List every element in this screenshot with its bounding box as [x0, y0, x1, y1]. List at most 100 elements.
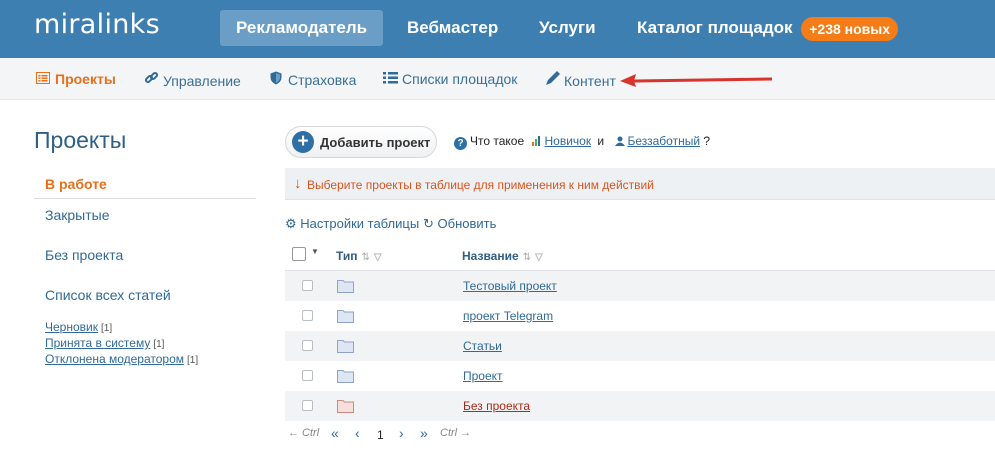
folder-icon — [337, 280, 354, 293]
table-row[interactable]: Проект — [285, 361, 995, 391]
pagination: ← Ctrl « ‹ 1 › » Ctrl → — [285, 423, 995, 447]
whatis-and: и — [597, 134, 605, 148]
column-name-label: Название — [462, 249, 519, 263]
prev-page-button[interactable]: ‹ — [355, 425, 360, 441]
carefree-link[interactable]: Беззаботный — [627, 134, 700, 148]
subnav-content[interactable]: Контент — [544, 71, 616, 89]
row-checkbox[interactable] — [302, 280, 313, 291]
new-sites-badge: +238 новых — [801, 16, 899, 41]
chevron-down-icon[interactable]: ▼ — [311, 247, 319, 256]
column-name[interactable]: Название ⇅ ▽ — [462, 249, 543, 263]
first-page-button[interactable]: « — [331, 425, 339, 441]
plus-icon: + — [292, 131, 314, 153]
status-count: [1] — [187, 355, 199, 366]
sidebar-item-closed[interactable]: Закрытые — [45, 207, 109, 223]
sidebar-item-all-articles[interactable]: Список всех статей — [45, 287, 171, 303]
question-icon: ? — [454, 137, 467, 150]
row-checkbox[interactable] — [302, 370, 313, 381]
project-name-link[interactable]: Проект — [463, 369, 503, 383]
status-label: Принята в систему — [45, 336, 151, 350]
newbie-link[interactable]: Новичок — [544, 134, 591, 148]
status-count: [1] — [153, 339, 165, 350]
bullet-list-icon — [382, 71, 398, 87]
table-header: ▼ Тип ⇅ ▽ Название ⇅ ▽ — [285, 241, 995, 271]
topnav-advertiser[interactable]: Рекламодатель — [220, 10, 384, 46]
table-settings-button[interactable]: ⚙ Настройки таблицы — [285, 216, 419, 232]
project-name-link[interactable]: Без проекта — [463, 399, 530, 413]
project-name-link[interactable]: Тестовый проект — [463, 279, 557, 293]
refresh-icon: ↻ — [423, 216, 434, 231]
folder-icon — [337, 370, 354, 383]
subnav-insurance[interactable]: Страховка — [268, 71, 356, 88]
annotation-arrow — [620, 74, 773, 87]
sub-navigation: Проекты Управление Страховка Списки площ… — [0, 58, 995, 100]
select-all-checkbox[interactable] — [292, 247, 306, 261]
list-icon — [35, 71, 51, 87]
row-checkbox[interactable] — [302, 340, 313, 351]
refresh-button[interactable]: ↻ Обновить — [423, 216, 496, 232]
topnav-catalog[interactable]: Каталог площадок +238 новых — [621, 10, 914, 46]
project-name-link[interactable]: Статьи — [463, 339, 502, 353]
subnav-management[interactable]: Управление — [143, 71, 241, 89]
current-page: 1 — [377, 428, 384, 442]
folder-icon — [337, 400, 354, 413]
what-is-hint: ? Что такое Новичок и Беззаботный ? — [454, 134, 710, 150]
gear-icon: ⚙ — [285, 216, 297, 231]
folder-icon — [337, 340, 354, 353]
status-label: Отклонена модератором — [45, 352, 185, 366]
sidebar-divider — [34, 198, 256, 199]
subnav-insurance-label: Страховка — [288, 72, 357, 88]
topnav-webmaster[interactable]: Вебмастер — [391, 10, 514, 46]
shield-icon — [268, 71, 284, 88]
subnav-projects-label: Проекты — [55, 71, 116, 87]
last-page-button[interactable]: » — [420, 425, 428, 441]
subnav-management-label: Управление — [163, 73, 241, 89]
whatis-suffix: ? — [703, 134, 711, 148]
sort-icon[interactable]: ⇅ — [362, 252, 370, 263]
filter-icon[interactable]: ▽ — [535, 252, 543, 263]
column-type[interactable]: Тип ⇅ ▽ — [336, 249, 382, 263]
whatis-prefix: Что такое — [470, 134, 525, 148]
bar-chart-icon — [532, 136, 541, 146]
filter-icon[interactable]: ▽ — [374, 252, 382, 263]
subnav-content-label: Контент — [564, 73, 616, 89]
sort-icon[interactable]: ⇅ — [523, 252, 531, 263]
next-hint: Ctrl → — [440, 427, 472, 439]
selection-notice: ↓ Выберите проекты в таблице для примене… — [285, 168, 995, 200]
page-title: Проекты — [34, 127, 127, 153]
prev-hint: ← Ctrl — [288, 427, 320, 439]
subnav-site-lists-label: Списки площадок — [402, 71, 518, 87]
status-link-rejected[interactable]: Отклонена модератором [1] — [45, 352, 198, 366]
folder-icon — [337, 310, 354, 323]
user-icon — [615, 136, 626, 146]
link-icon — [143, 71, 159, 89]
topnav-services[interactable]: Услуги — [523, 10, 612, 46]
column-type-label: Тип — [336, 249, 358, 263]
project-name-link[interactable]: проект Telegram — [463, 309, 553, 323]
notice-text: Выберите проекты в таблице для применени… — [307, 178, 654, 192]
row-checkbox[interactable] — [302, 400, 313, 411]
table-row[interactable]: Без проекта — [285, 391, 995, 421]
add-project-button[interactable]: + Добавить проект — [285, 126, 437, 158]
table-row[interactable]: Тестовый проект — [285, 271, 995, 301]
topnav-catalog-label: Каталог площадок — [637, 18, 793, 37]
status-link-draft[interactable]: Черновик [1] — [45, 320, 112, 334]
row-checkbox[interactable] — [302, 310, 313, 321]
table-row[interactable]: проект Telegram — [285, 301, 995, 331]
pen-icon — [544, 71, 560, 89]
logo[interactable]: miralinks — [34, 9, 160, 40]
sidebar-item-in-progress[interactable]: В работе — [45, 176, 107, 192]
sidebar-item-no-project[interactable]: Без проекта — [45, 247, 123, 263]
status-link-accepted[interactable]: Принята в систему [1] — [45, 336, 164, 350]
subnav-projects[interactable]: Проекты — [35, 71, 116, 87]
status-label: Черновик — [45, 320, 98, 334]
next-page-button[interactable]: › — [399, 425, 404, 441]
table-settings-label: Настройки таблицы — [300, 216, 420, 231]
subnav-site-lists[interactable]: Списки площадок — [382, 71, 517, 87]
down-arrow-icon: ↓ — [294, 175, 302, 192]
table-row[interactable]: Статьи — [285, 331, 995, 361]
refresh-label: Обновить — [437, 216, 497, 231]
top-header: miralinks Рекламодатель Вебмастер Услуги… — [0, 0, 995, 58]
add-project-label: Добавить проект — [320, 135, 431, 150]
status-count: [1] — [100, 323, 113, 334]
